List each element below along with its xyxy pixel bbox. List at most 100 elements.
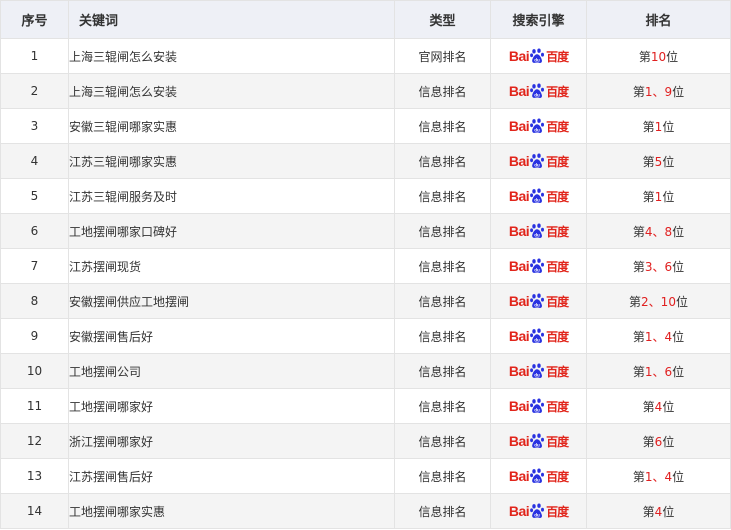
rank-prefix: 第 xyxy=(632,364,645,379)
svg-text:du: du xyxy=(534,58,540,63)
svg-text:du: du xyxy=(534,373,540,378)
row-rank: 第3、6位 xyxy=(586,248,731,284)
table-row: 2 上海三辊闸怎么安装 信息排名 Bai du 百度 第1、9位 xyxy=(0,73,731,109)
baidu-logo-text-left: Bai xyxy=(508,363,530,379)
svg-text:du: du xyxy=(534,93,540,98)
table-row: 12 浙江摆闸哪家好 信息排名 Bai du 百度 第6位 xyxy=(0,423,731,459)
paw-icon: du xyxy=(530,398,545,413)
baidu-logo: Bai du 百度 xyxy=(509,258,569,275)
row-type: 信息排名 xyxy=(394,353,491,389)
table-row: 4 江苏三辊闸哪家实惠 信息排名 Bai du 百度 第5位 xyxy=(0,143,731,179)
rank-suffix: 位 xyxy=(662,189,675,204)
row-index: 8 xyxy=(0,283,69,319)
baidu-logo-text-left: Bai xyxy=(508,468,530,484)
row-keyword: 江苏摆闸售后好 xyxy=(68,458,395,494)
row-rank: 第1位 xyxy=(586,108,731,144)
paw-icon: du xyxy=(530,328,545,343)
rank-prefix: 第 xyxy=(642,154,655,169)
svg-text:du: du xyxy=(534,338,540,343)
row-keyword: 工地摆闸公司 xyxy=(68,353,395,389)
row-keyword: 江苏摆闸现货 xyxy=(68,248,395,284)
row-index: 6 xyxy=(0,213,69,249)
row-engine: Bai du 百度 xyxy=(490,248,587,284)
row-engine: Bai du 百度 xyxy=(490,73,587,109)
row-index: 4 xyxy=(0,143,69,179)
paw-icon: du xyxy=(530,363,545,378)
baidu-logo-text-left: Bai xyxy=(508,188,530,204)
baidu-logo: Bai du 百度 xyxy=(509,293,569,310)
paw-icon: du xyxy=(530,153,545,168)
row-engine: Bai du 百度 xyxy=(490,458,587,494)
row-index: 5 xyxy=(0,178,69,214)
row-type: 官网排名 xyxy=(394,38,491,74)
row-engine: Bai du 百度 xyxy=(490,423,587,459)
row-index: 3 xyxy=(0,108,69,144)
rank-suffix: 位 xyxy=(662,399,675,414)
row-index: 10 xyxy=(0,353,69,389)
rank-prefix: 第 xyxy=(642,399,655,414)
row-engine: Bai du 百度 xyxy=(490,353,587,389)
baidu-logo: Bai du 百度 xyxy=(509,223,569,240)
row-keyword: 上海三辊闸怎么安装 xyxy=(68,73,395,109)
header-type: 类型 xyxy=(394,0,491,39)
paw-icon: du xyxy=(530,83,545,98)
header-index: 序号 xyxy=(0,0,69,39)
svg-text:du: du xyxy=(534,408,540,413)
baidu-logo-text-right: 百度 xyxy=(546,504,569,519)
paw-icon: du xyxy=(530,48,545,63)
paw-icon: du xyxy=(530,293,545,308)
rank-value: 1、4 xyxy=(644,469,673,484)
rank-prefix: 第 xyxy=(632,84,645,99)
rank-suffix: 位 xyxy=(662,154,675,169)
table-row: 14 工地摆闸哪家实惠 信息排名 Bai du 百度 第4位 xyxy=(0,493,731,529)
table-row: 10 工地摆闸公司 信息排名 Bai du 百度 第1、6位 xyxy=(0,353,731,389)
row-type: 信息排名 xyxy=(394,318,491,354)
rank-suffix: 位 xyxy=(666,49,679,64)
baidu-logo-text-right: 百度 xyxy=(546,84,569,99)
row-engine: Bai du 百度 xyxy=(490,388,587,424)
baidu-logo-text-right: 百度 xyxy=(546,434,569,449)
row-rank: 第1位 xyxy=(586,178,731,214)
row-type: 信息排名 xyxy=(394,283,491,319)
baidu-logo-text-right: 百度 xyxy=(546,189,569,204)
row-rank: 第10位 xyxy=(586,38,731,74)
row-type: 信息排名 xyxy=(394,248,491,284)
row-keyword: 工地摆闸哪家口碑好 xyxy=(68,213,395,249)
row-index: 11 xyxy=(0,388,69,424)
row-engine: Bai du 百度 xyxy=(490,213,587,249)
rank-suffix: 位 xyxy=(662,504,675,519)
baidu-logo-text-left: Bai xyxy=(508,118,530,134)
rank-suffix: 位 xyxy=(672,84,685,99)
svg-text:du: du xyxy=(534,513,540,518)
row-type: 信息排名 xyxy=(394,388,491,424)
baidu-logo: Bai du 百度 xyxy=(508,468,569,485)
row-index: 12 xyxy=(0,423,69,459)
row-rank: 第2、10位 xyxy=(586,283,731,319)
rank-value: 10 xyxy=(650,49,667,64)
row-rank: 第4位 xyxy=(586,388,731,424)
rank-value: 1、9 xyxy=(644,84,673,99)
row-keyword: 安徽三辊闸哪家实惠 xyxy=(68,108,395,144)
header-keyword: 关键词 xyxy=(68,0,395,39)
row-keyword: 浙江摆闸哪家好 xyxy=(68,423,395,459)
baidu-logo-text-right: 百度 xyxy=(546,154,569,169)
paw-icon: du xyxy=(530,258,545,273)
baidu-logo: Bai du 百度 xyxy=(509,328,569,345)
row-keyword: 工地摆闸哪家实惠 xyxy=(68,493,395,529)
rank-suffix: 位 xyxy=(662,119,675,134)
row-index: 7 xyxy=(0,248,69,284)
row-type: 信息排名 xyxy=(394,458,491,494)
rank-value: 3、6 xyxy=(644,259,673,274)
header-engine: 搜索引擎 xyxy=(490,0,587,39)
rank-prefix: 第 xyxy=(632,224,645,239)
rank-value: 1、4 xyxy=(644,329,673,344)
table-row: 11 工地摆闸哪家好 信息排名 Bai du 百度 第4位 xyxy=(0,388,731,424)
rank-suffix: 位 xyxy=(672,259,685,274)
baidu-logo-text-right: 百度 xyxy=(546,259,569,274)
rank-prefix: 第 xyxy=(642,504,655,519)
paw-icon: du xyxy=(530,433,545,448)
table-header-row: 序号 关键词 类型 搜索引擎 排名 xyxy=(0,0,731,39)
row-type: 信息排名 xyxy=(394,423,491,459)
table-row: 3 安徽三辊闸哪家实惠 信息排名 Bai du 百度 第1位 xyxy=(0,108,731,144)
baidu-logo: Bai du 百度 xyxy=(508,363,569,380)
